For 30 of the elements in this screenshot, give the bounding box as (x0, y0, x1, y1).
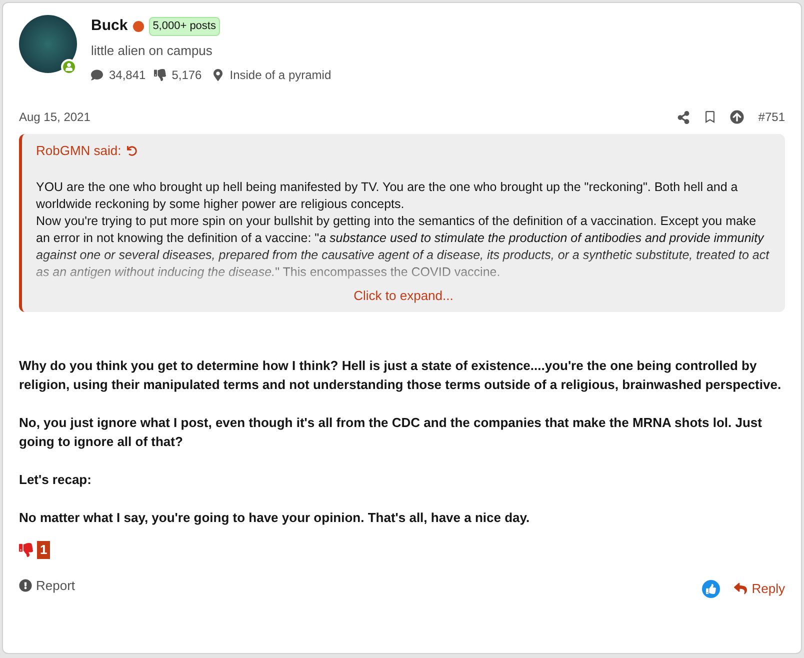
reaction-count-badge[interactable]: 1 (37, 541, 50, 559)
dislike-reaction-icon[interactable] (19, 543, 33, 557)
quote-text: Now you're trying to put more spin on your bullshit by getting into the semantics of the definition of a vaccination. Except you make an error in not knowing the definition of a vaccine: "a substance used to stimulate the production of antibodies and provide immunity against one or several diseases, prepared from the causative agent of a disease, its products, or a synthetic substitute, treated to act as an antigen without inducing the disease." This encompasses the COVID vaccine. (36, 213, 770, 279)
username[interactable]: Buck (91, 15, 128, 38)
quote-author[interactable]: RobGMN said: (36, 142, 122, 159)
arrow-up-icon[interactable] (730, 110, 744, 124)
warning-icon (19, 579, 32, 592)
thumbs-icon (154, 69, 166, 81)
expand-link[interactable]: Click to expand... (354, 287, 454, 304)
location-pin-icon (212, 69, 224, 81)
user-location: Inside of a pyramid (230, 67, 332, 84)
post-count-badge: 5,000+ posts (148, 17, 220, 36)
reply-button[interactable]: Reply (734, 579, 785, 598)
user-title: little alien on campus (91, 42, 214, 60)
report-button[interactable]: Report (19, 576, 76, 596)
post-text: No, you just ignore what I post, even though it's all from the CDC and the companies that make the MRNA shots lol. Just going to ignore all of that? (19, 414, 763, 451)
go-to-quote-icon[interactable] (127, 146, 138, 156)
quote-text: YOU are the one who brought up hell being manifested by TV. You are the one who brought up the "reckoning". Both hell and a worldwide reckoning by some higher power are religious concepts. (36, 179, 739, 213)
like-icon[interactable] (702, 580, 720, 598)
bookmark-icon[interactable] (704, 111, 716, 123)
reply-arrow-icon (734, 582, 747, 596)
post-number[interactable]: #751 (758, 108, 785, 126)
post-text: No matter what I say, you're going to have your opinion. That's all, have a nice day. (19, 509, 531, 527)
reaction-count: 5,176 (172, 67, 202, 84)
post-date[interactable]: Aug 15, 2021 (19, 108, 90, 126)
share-icon[interactable] (677, 110, 690, 124)
post-text: Let's recap: (19, 471, 92, 489)
message-icon (91, 69, 103, 81)
post-text: Why do you think you get to determine how I think? Hell is just a state of existence....you're the one being controlled by religion, using their manipulated terms and not understanding those terms outside of a religious, brainwashed perspective. (19, 357, 782, 394)
message-count: 34,841 (109, 67, 146, 84)
